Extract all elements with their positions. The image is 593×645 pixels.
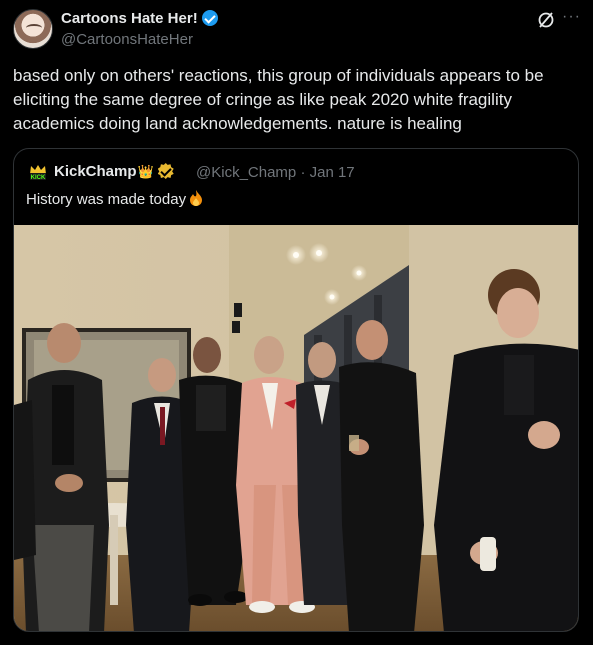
quoted-tweet[interactable]: KICK KickChamp👑 @Kick_Champ · Jan 17 His…	[13, 148, 579, 632]
grok-icon[interactable]	[537, 11, 555, 29]
author-handle[interactable]: @CartoonsHateHer	[61, 31, 193, 48]
quote-author-name[interactable]: KickChamp👑	[54, 163, 174, 180]
author-avatar[interactable]	[13, 9, 53, 49]
avatar-kick-text: KICK	[31, 175, 46, 181]
quote-text: History was made today	[26, 190, 203, 208]
verified-badge-icon	[201, 10, 218, 26]
kick-crown-avatar-icon[interactable]: KICK	[28, 162, 48, 182]
quote-meta: @Kick_Champ · Jan 17	[196, 164, 355, 181]
quote-author-label: KickChamp	[54, 163, 137, 180]
gold-verified-badge-icon	[157, 163, 174, 179]
crown-emoji: 👑	[137, 164, 154, 179]
meta-separator: ·	[300, 164, 306, 181]
quote-handle[interactable]: @Kick_Champ	[196, 164, 296, 181]
quote-text-label: History was made today	[26, 191, 187, 208]
tweet-text: based only on others' reactions, this gr…	[13, 66, 544, 133]
group-photo[interactable]	[14, 225, 579, 632]
author-name[interactable]: Cartoons Hate Her!	[61, 10, 218, 27]
more-options-icon[interactable]: ···	[562, 8, 581, 26]
author-name-label: Cartoons Hate Her!	[61, 10, 198, 27]
fire-emoji-icon	[190, 190, 203, 206]
quote-date[interactable]: Jan 17	[310, 164, 355, 181]
